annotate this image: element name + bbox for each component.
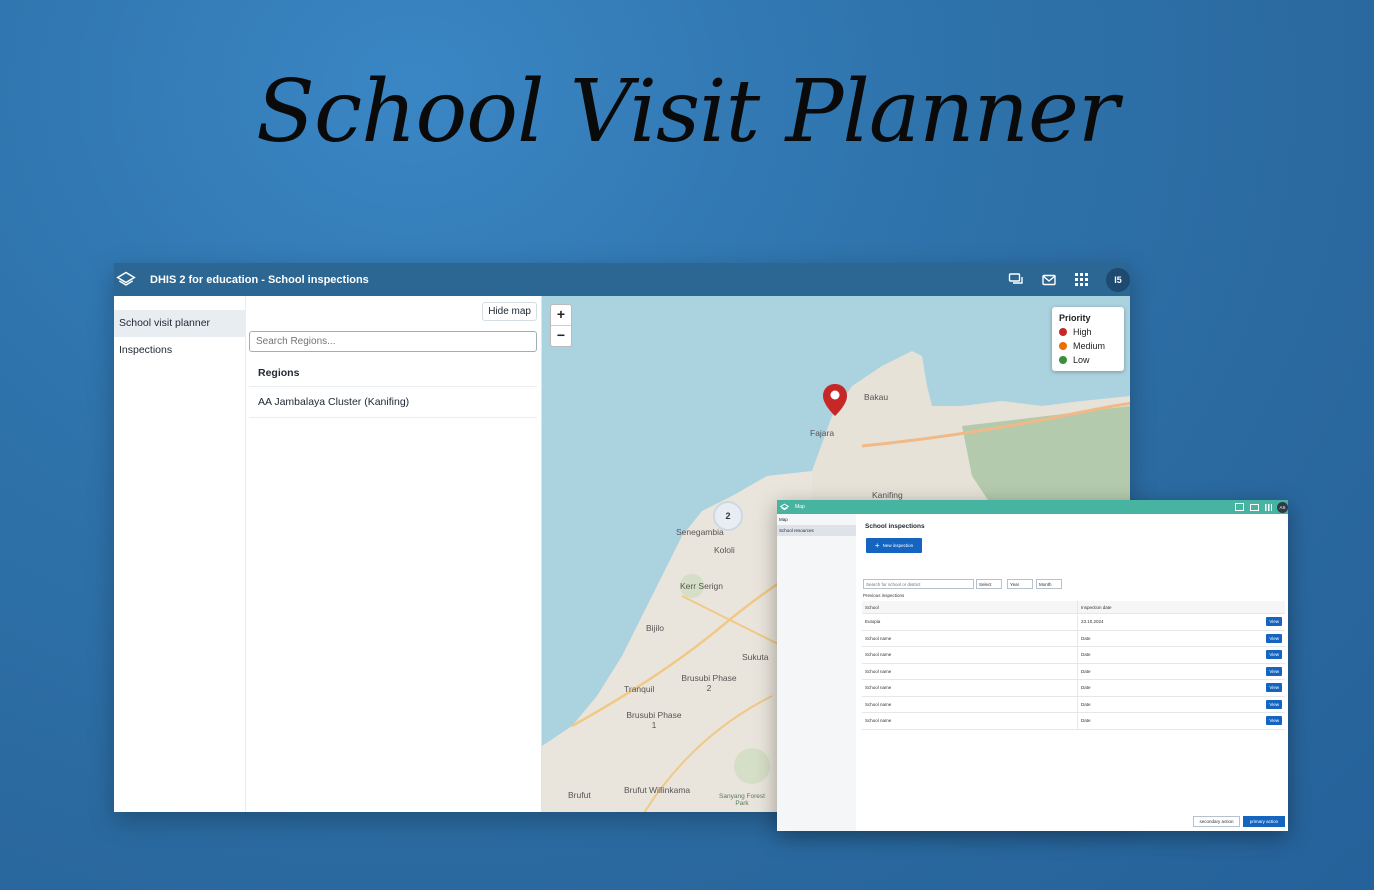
new-inspection-button[interactable]: + New inspection [866,538,922,553]
column-header-date: Inspection date [1077,601,1261,613]
map-label: Brufut [568,790,591,800]
legend-item-medium: Medium [1059,341,1117,351]
messages-icon[interactable] [1250,503,1259,511]
messages-icon[interactable] [1040,271,1058,289]
map-label: Senegambia [676,527,724,537]
school-search-input[interactable] [863,579,974,589]
map-label: Fajara [810,428,835,438]
zoom-controls: + − [550,304,572,347]
app-label: Map [795,504,805,510]
interpretations-icon[interactable] [1007,271,1025,289]
map-label: Brusubi Phase 2 [681,673,737,693]
table-row: School name Date View [862,663,1285,680]
column-header-school: School [865,604,879,610]
search-regions-input[interactable] [249,331,537,352]
view-button[interactable]: View [1266,617,1282,626]
apps-menu-icon[interactable] [1073,271,1091,289]
sidebar-nav-2: Map School resources [777,514,856,831]
regions-header: Regions [249,360,537,387]
legend-title: Priority [1059,313,1091,323]
header-bar: DHIS 2 for education - School inspection… [114,263,1130,296]
table-header: School Inspection date [862,601,1285,614]
interpretations-icon[interactable] [1235,503,1244,511]
table-row: Eutopia 23.10.2024 View [862,614,1285,631]
legend-item-high: High [1059,327,1117,337]
plus-icon: + [874,540,880,550]
map-label: Kololi [714,545,735,555]
year-filter[interactable]: Year [1007,579,1033,589]
dhis2-logo-icon[interactable] [116,270,136,290]
map-label: Bijilo [646,623,664,633]
select-filter[interactable]: Select [976,579,1002,589]
map-label: Kerr Serign [680,581,723,591]
view-button[interactable]: View [1266,650,1282,659]
inspections-table: School Inspection date Eutopia 23.10.2024… [862,601,1285,730]
view-button[interactable]: View [1266,716,1282,725]
sidebar-item-inspections[interactable]: Inspections [114,337,245,364]
primary-action-button[interactable]: primary action [1243,816,1285,827]
view-button[interactable]: View [1266,683,1282,692]
view-button[interactable]: View [1266,633,1282,643]
table-row: School name Date View [862,696,1285,713]
view-button[interactable]: View [1266,699,1282,709]
map-label: Sanyang Forest Park [719,793,765,807]
hero-title: School Visit Planner [256,62,1119,162]
zoom-out-button[interactable]: − [551,326,571,346]
sidebar-item-school-resources[interactable]: School resources [777,525,856,536]
map-label: Kanifing [872,490,903,500]
table-row: School name Date View [862,680,1285,697]
zoom-in-button[interactable]: + [551,305,571,326]
table-row: School name Date View [862,647,1285,664]
table-row: School name Date View [862,713,1285,730]
regions-table: Regions AA Jambalaya Cluster (Kanifing) [249,360,537,418]
regions-panel: Hide map Regions AA Jambalaya Cluster (K… [246,296,542,812]
map-pin-icon[interactable] [822,383,848,417]
inspections-window: Map AS Map School resources School inspe… [777,500,1288,831]
priority-legend: Priority High Medium Low [1052,307,1124,371]
map-label: Bakau [864,392,889,402]
map-label: Sukuta [742,652,769,662]
sidebar-item-map[interactable]: Map [777,514,856,525]
dhis2-logo-icon[interactable] [780,503,789,512]
map-label: Tranquil [624,684,655,694]
view-button[interactable]: View [1266,666,1282,676]
table-row: School name Date View [862,630,1285,647]
section-label: Previous inspections [863,593,905,598]
profile-avatar[interactable]: I5 [1106,267,1130,292]
hide-map-button[interactable]: Hide map [482,302,537,321]
header-bar-2: Map AS [777,500,1288,514]
sidebar-nav: School visit planner Inspections [114,296,246,812]
map-label: Brusubi Phase 1 [626,710,682,730]
region-row[interactable]: AA Jambalaya Cluster (Kanifing) [249,387,537,418]
sidebar-item-school-visit-planner[interactable]: School visit planner [114,310,245,337]
secondary-action-button[interactable]: secondary action [1193,816,1240,827]
app-title: DHIS 2 for education - School inspection… [150,273,369,286]
page-title: School inspections [865,523,925,530]
profile-avatar[interactable]: AS [1277,501,1288,513]
legend-item-low: Low [1059,355,1117,365]
apps-menu-icon[interactable] [1265,503,1272,511]
map-label: Brufut Willinkama [624,785,691,795]
month-filter[interactable]: Month [1036,579,1062,589]
